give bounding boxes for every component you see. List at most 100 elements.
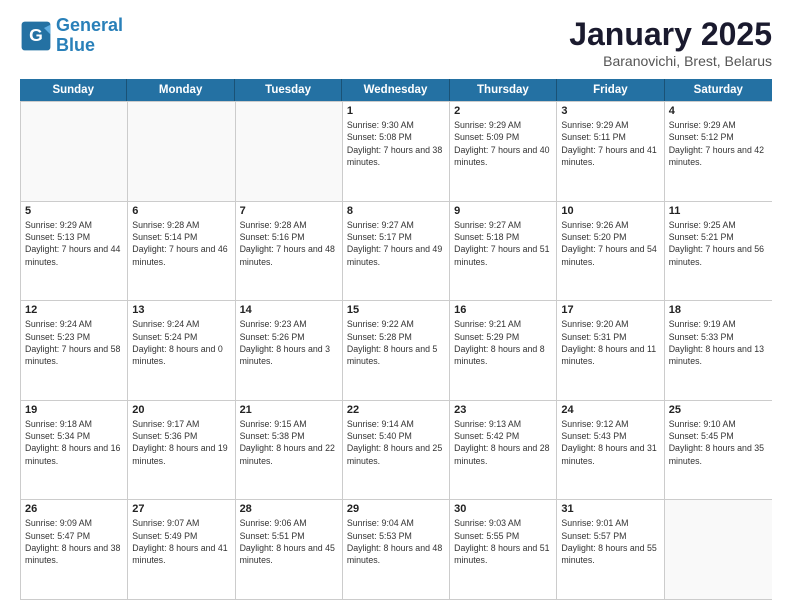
day-info: Sunrise: 9:03 AM Sunset: 5:55 PM Dayligh… (454, 517, 552, 566)
calendar-subtitle: Baranovichi, Brest, Belarus (569, 53, 772, 69)
day-number: 5 (25, 205, 123, 217)
weekday-header: Wednesday (342, 79, 449, 101)
logo: G General Blue (20, 16, 123, 56)
day-info: Sunrise: 9:29 AM Sunset: 5:11 PM Dayligh… (561, 119, 659, 168)
calendar-row: 19 Sunrise: 9:18 AM Sunset: 5:34 PM Dayli… (21, 400, 772, 500)
header: G General Blue January 2025 Baranovichi,… (20, 16, 772, 69)
calendar-cell: 11 Sunrise: 9:25 AM Sunset: 5:21 PM Dayli… (665, 202, 772, 301)
calendar-cell: 1 Sunrise: 9:30 AM Sunset: 5:08 PM Daylig… (343, 102, 450, 201)
calendar-cell: 25 Sunrise: 9:10 AM Sunset: 5:45 PM Dayli… (665, 401, 772, 500)
day-number: 10 (561, 205, 659, 217)
weekday-header: Friday (557, 79, 664, 101)
day-number: 30 (454, 503, 552, 515)
day-info: Sunrise: 9:14 AM Sunset: 5:40 PM Dayligh… (347, 418, 445, 467)
day-number: 13 (132, 304, 230, 316)
calendar-cell (21, 102, 128, 201)
page: G General Blue January 2025 Baranovichi,… (0, 0, 792, 612)
day-info: Sunrise: 9:13 AM Sunset: 5:42 PM Dayligh… (454, 418, 552, 467)
calendar-cell: 29Sunrise: 9:04 AM Sunset: 5:53 PM Dayli… (343, 500, 450, 599)
day-number: 14 (240, 304, 338, 316)
day-number: 11 (669, 205, 768, 217)
logo-line2: Blue (56, 35, 95, 55)
weekday-header: Sunday (20, 79, 127, 101)
day-info: Sunrise: 9:09 AM Sunset: 5:47 PM Dayligh… (25, 517, 123, 566)
day-number: 31 (561, 503, 659, 515)
day-number: 4 (669, 105, 768, 117)
calendar-body: 1 Sunrise: 9:30 AM Sunset: 5:08 PM Daylig… (20, 101, 772, 600)
day-number: 8 (347, 205, 445, 217)
day-number: 27 (132, 503, 230, 515)
calendar-cell: 24Sunrise: 9:12 AM Sunset: 5:43 PM Dayli… (557, 401, 664, 500)
calendar-cell: 28Sunrise: 9:06 AM Sunset: 5:51 PM Dayli… (236, 500, 343, 599)
day-info: Sunrise: 9:15 AM Sunset: 5:38 PM Dayligh… (240, 418, 338, 467)
day-number: 9 (454, 205, 552, 217)
title-block: January 2025 Baranovichi, Brest, Belarus (569, 16, 772, 69)
day-info: Sunrise: 9:10 AM Sunset: 5:45 PM Dayligh… (669, 418, 768, 467)
calendar-cell: 5Sunrise: 9:29 AM Sunset: 5:13 PM Daylig… (21, 202, 128, 301)
day-info: Sunrise: 9:29 AM Sunset: 5:12 PM Dayligh… (669, 119, 768, 168)
calendar-cell (236, 102, 343, 201)
weekday-header: Monday (127, 79, 234, 101)
calendar-cell: 3 Sunrise: 9:29 AM Sunset: 5:11 PM Daylig… (557, 102, 664, 201)
day-info: Sunrise: 9:23 AM Sunset: 5:26 PM Dayligh… (240, 318, 338, 367)
day-info: Sunrise: 9:29 AM Sunset: 5:09 PM Dayligh… (454, 119, 552, 168)
day-number: 15 (347, 304, 445, 316)
day-number: 25 (669, 404, 768, 416)
logo-line1: General (56, 15, 123, 35)
logo-icon: G (20, 20, 52, 52)
calendar-cell (128, 102, 235, 201)
day-number: 17 (561, 304, 659, 316)
calendar-row: 26 Sunrise: 9:09 AM Sunset: 5:47 PM Dayli… (21, 499, 772, 599)
calendar-row: 12Sunrise: 9:24 AM Sunset: 5:23 PM Dayli… (21, 300, 772, 400)
day-number: 3 (561, 105, 659, 117)
calendar-cell: 6Sunrise: 9:28 AM Sunset: 5:14 PM Daylig… (128, 202, 235, 301)
day-number: 19 (25, 404, 123, 416)
day-info: Sunrise: 9:17 AM Sunset: 5:36 PM Dayligh… (132, 418, 230, 467)
day-number: 21 (240, 404, 338, 416)
day-number: 2 (454, 105, 552, 117)
calendar-cell: 10 Sunrise: 9:26 AM Sunset: 5:20 PM Dayli… (557, 202, 664, 301)
calendar-cell: 15 Sunrise: 9:22 AM Sunset: 5:28 PM Dayli… (343, 301, 450, 400)
calendar-cell: 4 Sunrise: 9:29 AM Sunset: 5:12 PM Daylig… (665, 102, 772, 201)
day-number: 24 (561, 404, 659, 416)
day-number: 18 (669, 304, 768, 316)
calendar-cell: 2 Sunrise: 9:29 AM Sunset: 5:09 PM Daylig… (450, 102, 557, 201)
day-number: 22 (347, 404, 445, 416)
calendar-cell: 21 Sunrise: 9:15 AM Sunset: 5:38 PM Dayli… (236, 401, 343, 500)
calendar-cell: 12Sunrise: 9:24 AM Sunset: 5:23 PM Dayli… (21, 301, 128, 400)
day-number: 12 (25, 304, 123, 316)
day-info: Sunrise: 9:30 AM Sunset: 5:08 PM Dayligh… (347, 119, 445, 168)
calendar-cell: 26 Sunrise: 9:09 AM Sunset: 5:47 PM Dayli… (21, 500, 128, 599)
calendar-cell: 31Sunrise: 9:01 AM Sunset: 5:57 PM Dayli… (557, 500, 664, 599)
day-info: Sunrise: 9:22 AM Sunset: 5:28 PM Dayligh… (347, 318, 445, 367)
logo-text: General Blue (56, 16, 123, 56)
day-info: Sunrise: 9:26 AM Sunset: 5:20 PM Dayligh… (561, 219, 659, 268)
day-number: 23 (454, 404, 552, 416)
day-info: Sunrise: 9:24 AM Sunset: 5:24 PM Dayligh… (132, 318, 230, 367)
day-info: Sunrise: 9:20 AM Sunset: 5:31 PM Dayligh… (561, 318, 659, 367)
day-number: 29 (347, 503, 445, 515)
day-number: 16 (454, 304, 552, 316)
day-info: Sunrise: 9:06 AM Sunset: 5:51 PM Dayligh… (240, 517, 338, 566)
day-info: Sunrise: 9:25 AM Sunset: 5:21 PM Dayligh… (669, 219, 768, 268)
calendar-cell: 27 Sunrise: 9:07 AM Sunset: 5:49 PM Dayli… (128, 500, 235, 599)
calendar-title: January 2025 (569, 16, 772, 53)
calendar-cell: 9 Sunrise: 9:27 AM Sunset: 5:18 PM Daylig… (450, 202, 557, 301)
calendar-cell: 23 Sunrise: 9:13 AM Sunset: 5:42 PM Dayli… (450, 401, 557, 500)
calendar-cell: 13 Sunrise: 9:24 AM Sunset: 5:24 PM Dayli… (128, 301, 235, 400)
calendar-cell: 16 Sunrise: 9:21 AM Sunset: 5:29 PM Dayli… (450, 301, 557, 400)
day-info: Sunrise: 9:27 AM Sunset: 5:17 PM Dayligh… (347, 219, 445, 268)
calendar-cell: 30 Sunrise: 9:03 AM Sunset: 5:55 PM Dayli… (450, 500, 557, 599)
day-info: Sunrise: 9:21 AM Sunset: 5:29 PM Dayligh… (454, 318, 552, 367)
calendar-cell: 17 Sunrise: 9:20 AM Sunset: 5:31 PM Dayli… (557, 301, 664, 400)
day-info: Sunrise: 9:07 AM Sunset: 5:49 PM Dayligh… (132, 517, 230, 566)
day-info: Sunrise: 9:18 AM Sunset: 5:34 PM Dayligh… (25, 418, 123, 467)
calendar-cell: 7Sunrise: 9:28 AM Sunset: 5:16 PM Daylig… (236, 202, 343, 301)
day-number: 1 (347, 105, 445, 117)
day-number: 6 (132, 205, 230, 217)
day-info: Sunrise: 9:19 AM Sunset: 5:33 PM Dayligh… (669, 318, 768, 367)
calendar-cell: 8 Sunrise: 9:27 AM Sunset: 5:17 PM Daylig… (343, 202, 450, 301)
day-info: Sunrise: 9:27 AM Sunset: 5:18 PM Dayligh… (454, 219, 552, 268)
day-number: 7 (240, 205, 338, 217)
day-number: 26 (25, 503, 123, 515)
